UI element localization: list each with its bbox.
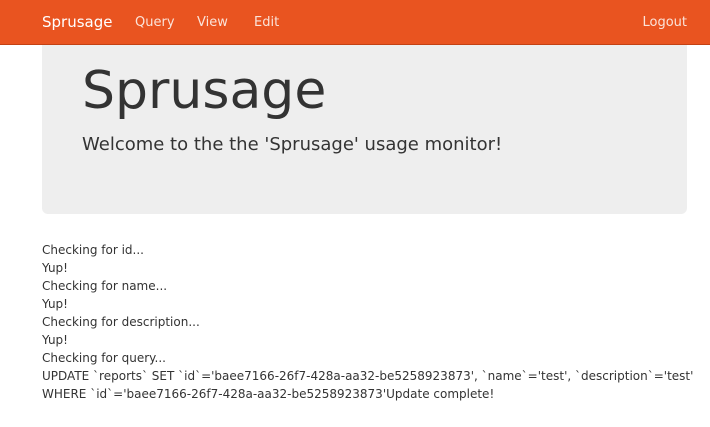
log-line: Yup!: [42, 261, 68, 275]
nav-edit-link[interactable]: Edit: [254, 0, 279, 45]
log-line: Checking for name...: [42, 279, 168, 293]
log-line: WHERE `id`='baee7166-26f7-428a-aa32-be52…: [42, 387, 495, 401]
welcome-text: Welcome to the the 'Sprusage' usage moni…: [82, 134, 503, 155]
jumbotron: Sprusage Welcome to the the 'Sprusage' u…: [42, 45, 687, 214]
log-line: UPDATE `reports` SET `id`='baee7166-26f7…: [42, 369, 694, 383]
top-navbar: Sprusage Query View Edit Logout: [0, 0, 710, 45]
log-line: Yup!: [42, 297, 68, 311]
log-line: Checking for id...: [42, 243, 144, 257]
update-log: Checking for id... Yup! Checking for nam…: [42, 241, 694, 403]
log-line: Checking for query...: [42, 351, 166, 365]
nav-view-link[interactable]: View: [197, 0, 228, 45]
log-line: Yup!: [42, 333, 68, 347]
page-title: Sprusage: [82, 61, 327, 121]
logout-link[interactable]: Logout: [642, 0, 687, 45]
log-line: Checking for description...: [42, 315, 200, 329]
nav-query-link[interactable]: Query: [135, 0, 175, 45]
brand-link[interactable]: Sprusage: [42, 0, 112, 45]
